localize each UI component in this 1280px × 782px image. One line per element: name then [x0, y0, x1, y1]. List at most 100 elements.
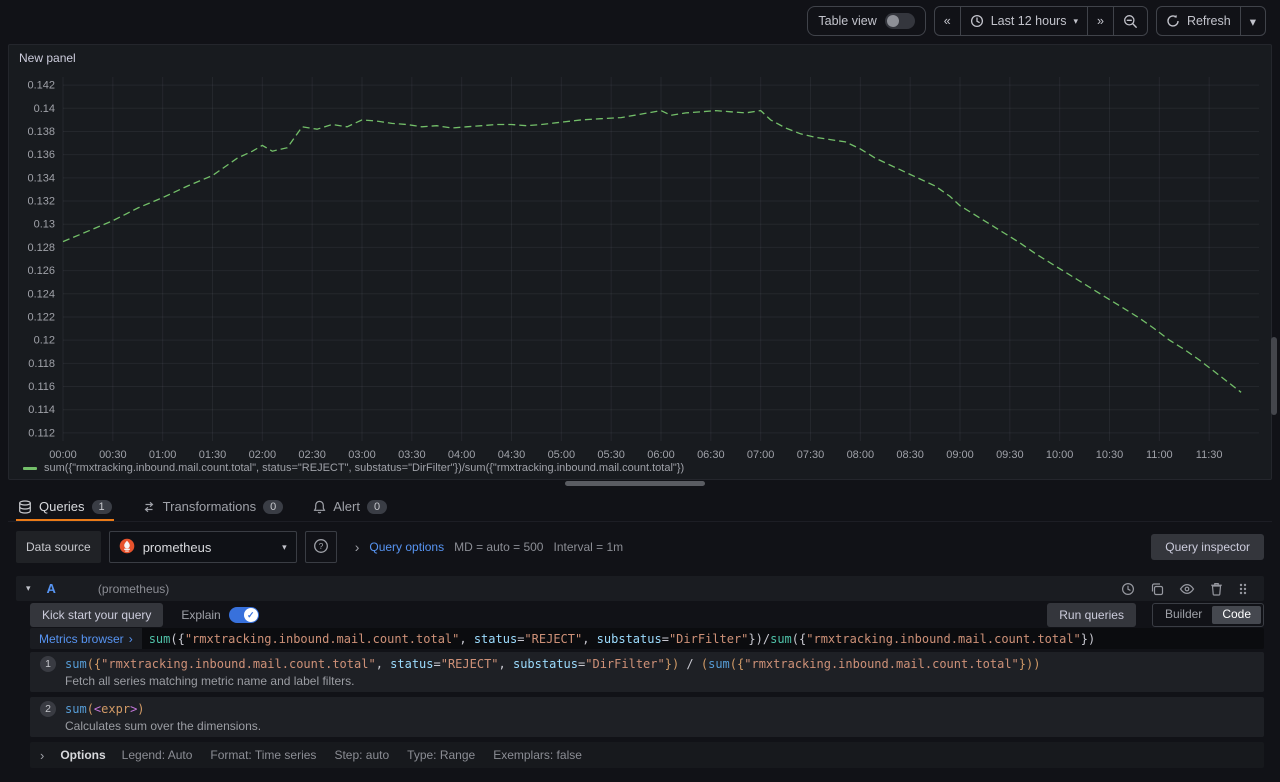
code-token: /	[679, 657, 701, 671]
x-axis-tick-label: 03:30	[398, 449, 426, 461]
y-axis-tick-label: 0.134	[27, 172, 55, 184]
legend-series-label: sum({"rmxtracking.inbound.mail.count.tot…	[44, 462, 684, 474]
time-shift-back-button[interactable]: «	[935, 7, 961, 35]
database-icon	[18, 500, 32, 514]
promql-code-editor[interactable]: sum({"rmxtracking.inbound.mail.count.tot…	[142, 628, 1264, 649]
y-axis-tick-label: 0.12	[34, 335, 55, 347]
code-token: "REJECT"	[441, 657, 499, 671]
datasource-value: prometheus	[143, 540, 212, 555]
tab-queries[interactable]: Queries1	[16, 494, 114, 521]
explain-label: Explain	[181, 608, 220, 622]
y-axis-tick-label: 0.138	[27, 126, 55, 138]
switch-knob	[887, 15, 899, 27]
help-icon: ?	[313, 538, 329, 557]
y-axis-tick-label: 0.142	[27, 80, 55, 92]
refresh-interval-dropdown[interactable]: ▾	[1241, 7, 1265, 35]
editor-tabs: Queries1 Transformations0 Alert0	[8, 494, 1272, 522]
x-axis-tick-label: 10:30	[1096, 449, 1124, 461]
step-number-badge: 1	[40, 656, 56, 672]
y-axis-tick-label: 0.118	[28, 358, 55, 370]
explain-item-1: 1 sum({"rmxtracking.inbound.mail.count.t…	[30, 652, 1264, 692]
y-axis-tick-label: 0.136	[27, 149, 55, 161]
datasource-label: Data source	[16, 531, 101, 563]
y-axis-tick-label: 0.112	[28, 427, 55, 439]
explain-switch[interactable]: ✓	[229, 607, 259, 623]
explain-expression: sum(<expr>)	[65, 702, 145, 716]
trash-icon[interactable]	[1210, 582, 1223, 596]
code-token: "rmxtracking.inbound.mail.count.total"	[101, 657, 376, 671]
table-view-switch[interactable]	[885, 13, 915, 29]
datasource-help-button[interactable]: ?	[305, 531, 337, 563]
query-options-label[interactable]: Query options	[369, 540, 444, 554]
x-axis-tick-label: 10:00	[1046, 449, 1074, 461]
x-axis-tick-label: 08:30	[896, 449, 924, 461]
chevron-right-icon[interactable]: ›	[40, 748, 44, 763]
query-datasource-hint: (prometheus)	[98, 582, 169, 596]
code-token: "rmxtracking.inbound.mail.count.total"	[744, 657, 1019, 671]
chevron-right-icon: ›	[129, 632, 133, 646]
code-token: =	[434, 657, 441, 671]
code-token: sum	[708, 657, 730, 671]
history-icon[interactable]	[1121, 582, 1135, 596]
chart-legend[interactable]: sum({"rmxtracking.inbound.mail.count.tot…	[23, 462, 684, 474]
x-axis-tick-label: 01:30	[199, 449, 227, 461]
code-token: ({	[87, 657, 101, 671]
run-queries-button[interactable]: Run queries	[1047, 603, 1136, 627]
y-axis-tick-label: 0.124	[27, 288, 55, 300]
query-inspector-button[interactable]: Query inspector	[1151, 534, 1264, 560]
tab-count-badge: 0	[367, 500, 387, 514]
refresh-label: Refresh	[1187, 14, 1231, 28]
time-series-chart[interactable]: 0.1420.140.1380.1360.1340.1320.130.1280.…	[17, 67, 1265, 471]
vertical-scrollbar[interactable]	[1271, 337, 1277, 415]
refresh-button[interactable]: Refresh	[1157, 7, 1241, 35]
y-axis-tick-label: 0.13	[34, 219, 55, 231]
time-range-picker[interactable]: Last 12 hours ▾	[961, 7, 1088, 35]
zoom-out-button[interactable]	[1114, 7, 1147, 35]
code-token: "rmxtracking.inbound.mail.count.total"	[806, 632, 1081, 646]
query-row-header[interactable]: ▾ A (prometheus)	[16, 576, 1264, 601]
horizontal-scrollbar[interactable]	[565, 481, 705, 486]
svg-text:?: ?	[318, 541, 323, 551]
query-refid: A	[47, 581, 56, 596]
y-axis-tick-label: 0.122	[27, 311, 55, 323]
chevron-right-icon[interactable]: ›	[355, 539, 360, 555]
options-title: Options	[60, 748, 105, 762]
code-token: substatus	[513, 657, 578, 671]
code-token: ,	[582, 632, 596, 646]
code-token: ({	[170, 632, 184, 646]
code-token: substatus	[597, 632, 662, 646]
x-axis-tick-label: 11:00	[1146, 449, 1173, 461]
y-axis-tick-label: 0.14	[34, 103, 55, 115]
collapse-chevron-icon[interactable]: ▾	[26, 583, 31, 594]
drag-handle-icon[interactable]	[1238, 582, 1248, 596]
x-axis-tick-label: 01:00	[149, 449, 177, 461]
code-token: sum	[65, 702, 87, 716]
query-options-summary-row[interactable]: › Options Legend: AutoFormat: Time serie…	[30, 742, 1264, 768]
tab-alert[interactable]: Alert0	[311, 494, 389, 521]
panel-title: New panel	[19, 51, 76, 65]
tab-transformations[interactable]: Transformations0	[140, 494, 286, 521]
table-view-toggle[interactable]: Table view	[807, 6, 925, 36]
x-axis-tick-label: 07:30	[797, 449, 825, 461]
code-token: ,	[459, 632, 473, 646]
duplicate-icon[interactable]	[1150, 582, 1164, 596]
time-shift-forward-button[interactable]: »	[1088, 7, 1114, 35]
step-number-badge: 2	[40, 701, 56, 717]
y-axis-tick-label: 0.128	[27, 242, 55, 254]
bell-icon	[313, 500, 326, 514]
y-axis-tick-label: 0.126	[27, 265, 55, 277]
code-mode-button[interactable]: Code	[1212, 606, 1261, 624]
options-items: Legend: AutoFormat: Time seriesStep: aut…	[122, 748, 582, 762]
metrics-browser-button[interactable]: Metrics browser ›	[30, 628, 142, 649]
kick-start-query-button[interactable]: Kick start your query	[30, 603, 163, 627]
tab-count-badge: 1	[92, 500, 112, 514]
code-token: })	[665, 657, 679, 671]
editor-mode-segment: Builder Code	[1152, 603, 1264, 627]
y-axis-tick-label: 0.116	[28, 381, 55, 393]
builder-mode-button[interactable]: Builder	[1155, 606, 1212, 624]
datasource-picker[interactable]: prometheus ▾	[109, 531, 297, 563]
eye-icon[interactable]	[1179, 582, 1195, 596]
code-token: "REJECT"	[524, 632, 582, 646]
x-axis-tick-label: 04:30	[498, 449, 526, 461]
explain-description: Fetch all series matching metric name an…	[65, 674, 1254, 688]
